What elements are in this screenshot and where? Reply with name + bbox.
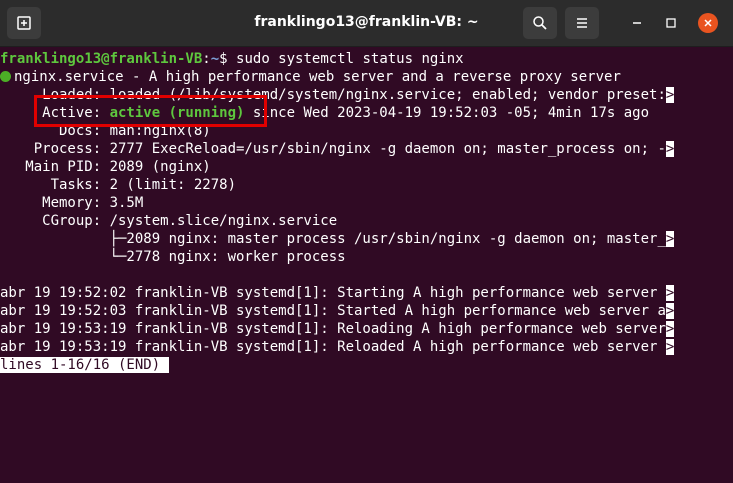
command-text: sudo systemctl status nginx	[236, 51, 464, 67]
main-pid-line: Main PID: 2089 (nginx)	[0, 159, 211, 175]
pager-status: lines 1-16/16 (END)	[0, 357, 169, 373]
service-description: nginx.service - A high performance web s…	[14, 69, 621, 85]
log-text: abr 19 19:52:03 franklin-VB systemd[1]: …	[0, 303, 666, 319]
minimize-icon	[633, 22, 641, 24]
maximize-button[interactable]	[661, 13, 681, 33]
log-line: abr 19 19:53:19 franklin-VB systemd[1]: …	[0, 320, 675, 338]
hamburger-menu-icon	[577, 18, 587, 28]
menu-button[interactable]	[565, 7, 599, 39]
prompt-symbol: $	[219, 51, 237, 67]
terminal-window: franklingo13@franklin-VB: ~ franklingo13…	[0, 0, 733, 483]
process-line: Process: 2777 ExecReload=/usr/sbin/nginx…	[0, 140, 675, 158]
log-text: abr 19 19:53:19 franklin-VB systemd[1]: …	[0, 321, 666, 337]
close-button[interactable]	[698, 13, 718, 33]
search-button[interactable]	[523, 7, 557, 39]
service-line: nginx.service - A high performance web s…	[0, 68, 621, 86]
overflow-marker: >	[665, 285, 675, 301]
prompt-separator: :	[202, 51, 211, 67]
maximize-icon	[666, 18, 676, 28]
terminal-output[interactable]: franklingo13@franklin-VB:~$ sudo systemc…	[0, 47, 733, 483]
window-title: franklingo13@franklin-VB: ~	[254, 14, 479, 30]
overflow-marker: >	[665, 87, 675, 103]
overflow-marker: >	[665, 303, 675, 319]
minimize-button[interactable]	[627, 13, 647, 33]
title-bar: franklingo13@franklin-VB: ~	[0, 0, 733, 47]
log-line: abr 19 19:53:19 franklin-VB systemd[1]: …	[0, 338, 675, 356]
pager-status-line: lines 1-16/16 (END)	[0, 356, 169, 374]
search-icon	[533, 16, 547, 30]
log-line: abr 19 19:52:02 franklin-VB systemd[1]: …	[0, 284, 675, 302]
log-text: abr 19 19:52:02 franklin-VB systemd[1]: …	[0, 285, 666, 301]
log-text: abr 19 19:53:19 franklin-VB systemd[1]: …	[0, 339, 666, 355]
prompt-user: franklingo13@franklin-VB	[0, 51, 203, 67]
active-since: since Wed 2023-04-19 19:52:03 -05; 4min …	[244, 105, 650, 121]
status-dot-icon	[0, 71, 11, 82]
prompt-line: franklingo13@franklin-VB:~$ sudo systemc…	[0, 50, 464, 68]
overflow-marker: >	[665, 141, 675, 157]
memory-line: Memory: 3.5M	[0, 195, 144, 211]
tasks-line: Tasks: 2 (limit: 2278)	[0, 177, 237, 193]
overflow-marker: >	[665, 231, 675, 247]
cgroup-child-master-text: ├─2089 nginx: master process /usr/sbin/n…	[0, 231, 666, 247]
log-line: abr 19 19:52:03 franklin-VB systemd[1]: …	[0, 302, 675, 320]
overflow-marker: >	[665, 321, 675, 337]
close-button-circle	[698, 13, 718, 33]
close-icon	[704, 19, 712, 27]
cgroup-line: CGroup: /system.slice/nginx.service	[0, 213, 338, 229]
cgroup-child-master: ├─2089 nginx: master process /usr/sbin/n…	[0, 230, 675, 248]
prompt-path: ~	[210, 51, 220, 67]
scrollbar[interactable]	[725, 47, 733, 483]
overflow-marker: >	[665, 339, 675, 355]
process-text: Process: 2777 ExecReload=/usr/sbin/nginx…	[0, 141, 666, 157]
highlight-box-annotation	[34, 95, 267, 127]
cgroup-child-worker: └─2778 nginx: worker process	[0, 249, 346, 265]
